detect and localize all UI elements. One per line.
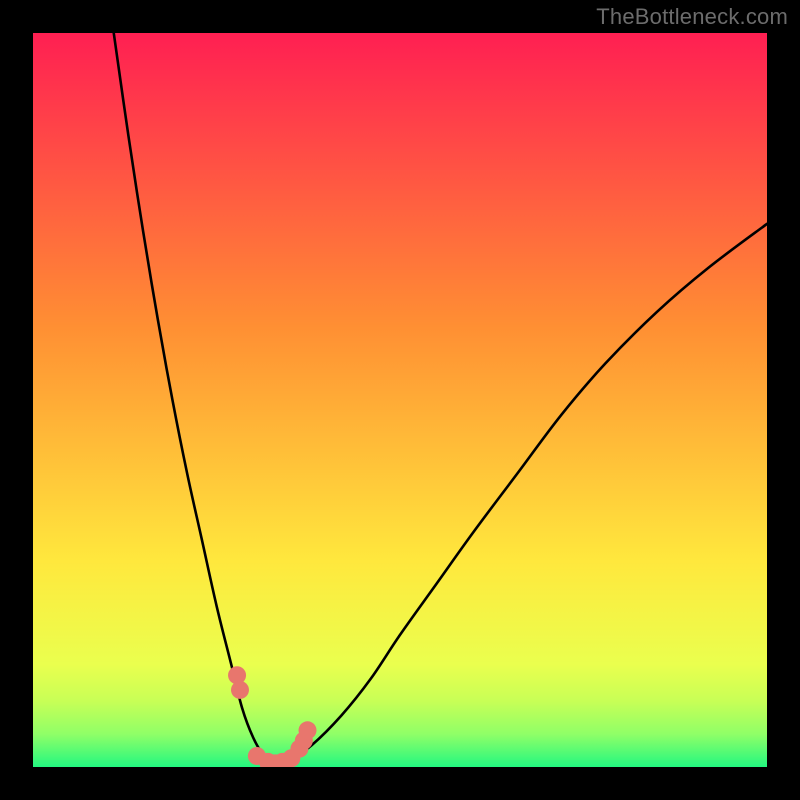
gradient-background [33, 33, 767, 767]
marker-point [231, 681, 249, 699]
marker-point [299, 721, 317, 739]
bottleneck-chart [33, 33, 767, 767]
watermark-text: TheBottleneck.com [596, 4, 788, 30]
chart-frame: TheBottleneck.com [0, 0, 800, 800]
